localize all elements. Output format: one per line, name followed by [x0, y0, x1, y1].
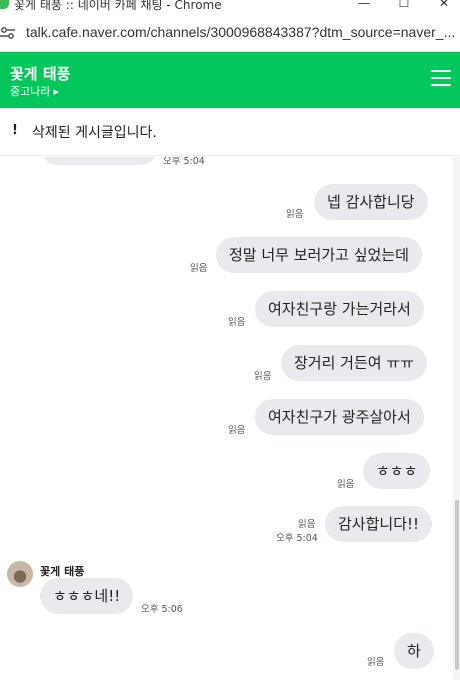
chat-message-list[interactable]: 오후 5:04 읽음 넵 감사합니당 읽음 정말 너무 보러가고 싶었는데 읽음… — [0, 157, 460, 680]
notice-text: 삭제된 게시글입니다. — [32, 125, 157, 141]
window-title: 꽃게 태풍 :: 네이버 카페 채팅 - Chrome — [14, 0, 222, 12]
url-text[interactable]: talk.cafe.naver.com/channels/30009688433… — [26, 24, 454, 40]
hamburger-menu-icon[interactable] — [431, 70, 451, 90]
message-bubble: 하 — [394, 633, 434, 669]
window-titlebar: 꽃게 태풍 :: 네이버 카페 채팅 - Chrome — ☐ ✕ — [0, 0, 460, 14]
address-bar[interactable]: talk.cafe.naver.com/channels/30009688433… — [0, 14, 460, 52]
message-bubble: 여자친구가 광주살아서 — [255, 399, 424, 435]
read-receipt: 읽음 — [228, 317, 246, 328]
message-bubble: ㅎㅎㅎ — [363, 453, 431, 489]
chat-header: 꽃게 태풍 중고나라 ▶ — [0, 52, 460, 108]
chat-title: 꽃게 태풍 — [10, 65, 71, 83]
chevron-right-icon: ▶ — [53, 88, 59, 96]
cafe-name-link[interactable]: 중고나라 ▶ — [10, 83, 59, 99]
read-receipt: 읽음 — [337, 479, 355, 490]
sender-avatar[interactable] — [7, 561, 33, 587]
chrome-app-icon — [0, 0, 9, 9]
minimize-button[interactable]: — — [352, 0, 376, 10]
message-bubble: 넵 감사합니당 — [314, 184, 428, 220]
exclamation-icon: ! — [12, 123, 18, 138]
message-time: 오후 5:06 — [141, 604, 183, 615]
message-bubble: 감사합니다!! — [325, 506, 433, 542]
incoming-message-bubble: ㅎㅎㅎ네!! — [40, 578, 134, 614]
close-window-button[interactable]: ✕ — [432, 0, 456, 10]
read-receipt: 읽음 — [254, 371, 272, 382]
chat-scrollbar-thumb[interactable] — [455, 500, 459, 670]
deleted-post-notice: ! 삭제된 게시글입니다. — [0, 108, 460, 156]
message-time: 오후 5:04 — [276, 533, 318, 544]
maximize-button[interactable]: ☐ — [392, 0, 416, 10]
site-settings-icon[interactable] — [0, 25, 16, 41]
sender-name: 꽃게 태풍 — [40, 565, 85, 578]
read-receipt: 읽음 — [298, 519, 316, 530]
message-bubble: 여자친구랑 가는거라서 — [255, 291, 424, 327]
read-receipt: 읽음 — [190, 263, 208, 274]
read-receipt: 읽음 — [286, 209, 304, 220]
message-bubble: 정말 너무 보러가고 싶었는데 — [216, 237, 422, 273]
cafe-name: 중고나라 — [10, 85, 51, 98]
read-receipt: 읽음 — [228, 425, 246, 436]
message-bubble: 장거리 거든여 ㅠㅠ — [281, 345, 427, 381]
message-bubble-partial — [40, 157, 158, 165]
message-time: 오후 5:04 — [163, 157, 205, 167]
read-receipt: 읽음 — [367, 657, 385, 668]
